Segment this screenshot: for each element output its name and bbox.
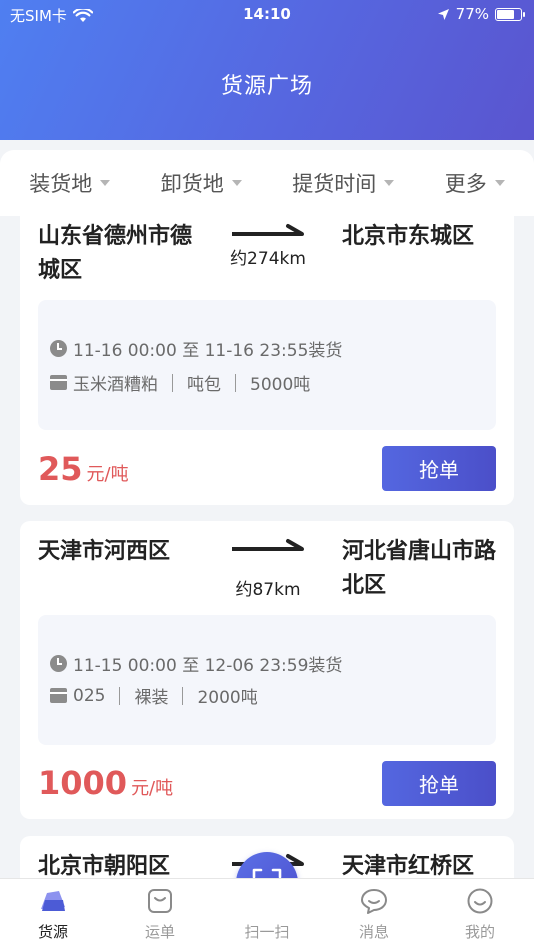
tab-label: 我的 [464,923,495,941]
message-icon [361,889,387,914]
destination-city: 河北省唐山市路北区 [342,539,497,598]
cargo-list[interactable]: 山东省德州市德城区 北京市东城区 约274km 11-16 00:00 至 11… [0,216,534,878]
battery-percent: 77% [455,5,489,23]
location-arrow-icon [437,8,449,20]
packaging: 裸装 [134,688,169,708]
filter-label: 卸货地 [160,172,224,196]
filter-unloading-place[interactable]: 卸货地 [161,168,242,198]
tab-profile[interactable]: 我的 [435,879,525,950]
page-title: 货源广场 [220,74,313,99]
divider [119,686,121,705]
header: 无SIM卡 14:10 77% 货源广场 [0,0,534,140]
filter-label: 更多 [444,172,487,196]
loading-time: 11-16 00:00 至 11-16 23:55装货 [73,341,343,361]
tab-label: 消息 [358,923,389,941]
divider [172,373,173,392]
caret-down-icon [100,180,111,186]
price-unit: 元/吨 [131,778,174,799]
goods-name: 025 [73,685,106,706]
battery-fill [497,9,514,19]
cargo-info: 11-16 00:00 至 11-16 23:55装货 玉米酒糟粕 吨包 500… [38,300,496,430]
waybill-icon [148,889,172,913]
cargo-card[interactable]: 山东省德州市德城区 北京市东城区 约274km 11-16 00:00 至 11… [20,216,514,505]
filter-pickup-time[interactable]: 提货时间 [292,168,395,198]
grab-order-button[interactable]: 抢单 [382,761,496,806]
route-arrow-icon [232,539,304,551]
price: 25 元/吨 [38,450,129,488]
tab-messages[interactable]: 消息 [329,879,419,950]
status-right: 77% [437,5,525,23]
packaging: 吨包 [187,375,221,395]
price-value: 25 [38,450,83,488]
weight: 2000吨 [197,688,258,708]
clock-icon [50,655,67,672]
destination-city: 天津市红桥区 [342,854,475,878]
cargo-card[interactable]: 天津市河西区 河北省唐山市路北区 约87km 11-15 00:00 至 12-… [20,521,514,819]
origin-city: 北京市朝阳区 [38,854,171,878]
filter-loading-place[interactable]: 装货地 [29,168,111,198]
origin-city: 山东省德州市德城区 [38,224,193,283]
loading-time-row: 11-15 00:00 至 12-06 23:59装货 [50,651,342,676]
price: 1000 元/吨 [38,764,173,802]
goods-name: 玉米酒糟粕 [73,375,158,395]
price-value: 1000 [38,764,128,802]
goods-row: 025 裸装 2000吨 [50,683,258,708]
filter-bar: 装货地 卸货地 提货时间 更多 [0,150,534,216]
origin-city: 天津市河西区 [38,539,171,564]
distance: 约274km [230,249,306,269]
loading-time-row: 11-16 00:00 至 11-16 23:55装货 [50,336,342,361]
route-arrow-icon [232,224,304,236]
tab-bar: 货源 运单 扫一扫 消息 我的 [0,878,534,950]
goods-icon [50,375,67,390]
tab-label: 扫一扫 [244,923,290,941]
cargo-icon [41,891,65,911]
goods-row: 玉米酒糟粕 吨包 5000吨 [50,370,310,395]
clock-icon [50,340,67,357]
cargo-info: 11-15 00:00 至 12-06 23:59装货 025 裸装 2000吨 [38,615,496,745]
divider [182,686,184,705]
divider [235,373,236,392]
weight: 5000吨 [250,375,311,395]
caret-down-icon [494,180,505,186]
filter-more[interactable]: 更多 [445,168,505,198]
loading-time: 11-15 00:00 至 12-06 23:59装货 [73,656,343,676]
tab-label: 运单 [144,923,175,941]
distance: 约87km [235,580,301,600]
status-bar: 无SIM卡 14:10 77% [0,0,534,30]
tab-scan[interactable]: 扫一扫 [222,879,312,950]
caret-down-icon [231,180,242,186]
tab-label: 货源 [37,923,68,941]
tab-cargo[interactable]: 货源 [8,879,98,950]
tab-waybill[interactable]: 运单 [115,879,205,950]
caret-down-icon [384,180,395,186]
filter-label: 装货地 [29,172,93,196]
battery-icon [495,7,525,21]
filter-label: 提货时间 [292,172,377,196]
profile-icon [467,888,493,914]
grab-order-button[interactable]: 抢单 [382,446,496,491]
price-unit: 元/吨 [86,464,129,485]
destination-city: 北京市东城区 [342,224,475,249]
goods-icon [50,688,67,703]
